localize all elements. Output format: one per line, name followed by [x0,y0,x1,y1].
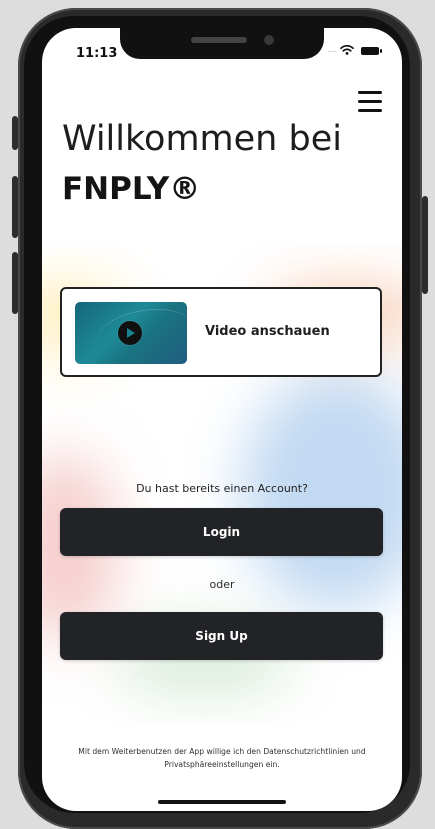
right-side-button [422,196,428,294]
brand-name: FNPLY® [62,171,201,207]
screenshot-stage: 11:13 .... Willkommen bei FNPLY® Video a… [0,0,435,829]
play-icon [118,321,142,345]
welcome-heading: Willkommen bei FNPLY® [62,114,382,211]
signal-indicator: .... [327,44,337,55]
login-button[interactable]: Login [60,508,383,556]
signup-button[interactable]: Sign Up [60,612,383,660]
video-card[interactable]: Video anschauen [60,287,382,377]
menu-icon-line-1 [358,91,382,94]
wifi-icon [340,44,354,55]
status-time: 11:13 [76,46,118,61]
welcome-line-1: Willkommen bei [62,119,342,159]
account-prompt: Du hast bereits einen Account? [136,482,308,495]
menu-icon-line-3 [358,109,382,112]
status-bar: 11:13 .... [42,28,402,74]
or-separator: oder [209,578,235,591]
front-camera [264,35,274,45]
home-indicator[interactable] [158,800,286,804]
device-notch [120,28,324,59]
speaker-grille [191,37,247,43]
app-screen: 11:13 .... Willkommen bei FNPLY® Video a… [42,28,402,811]
status-icons [340,42,382,58]
menu-button[interactable] [358,91,382,113]
legal-consent-text: Mit dem Weiterbenutzen der App willige i… [78,747,366,769]
battery-icon [361,47,382,55]
video-label: Video anschauen [205,324,330,339]
menu-icon-line-2 [358,100,382,103]
video-thumbnail [75,302,187,364]
